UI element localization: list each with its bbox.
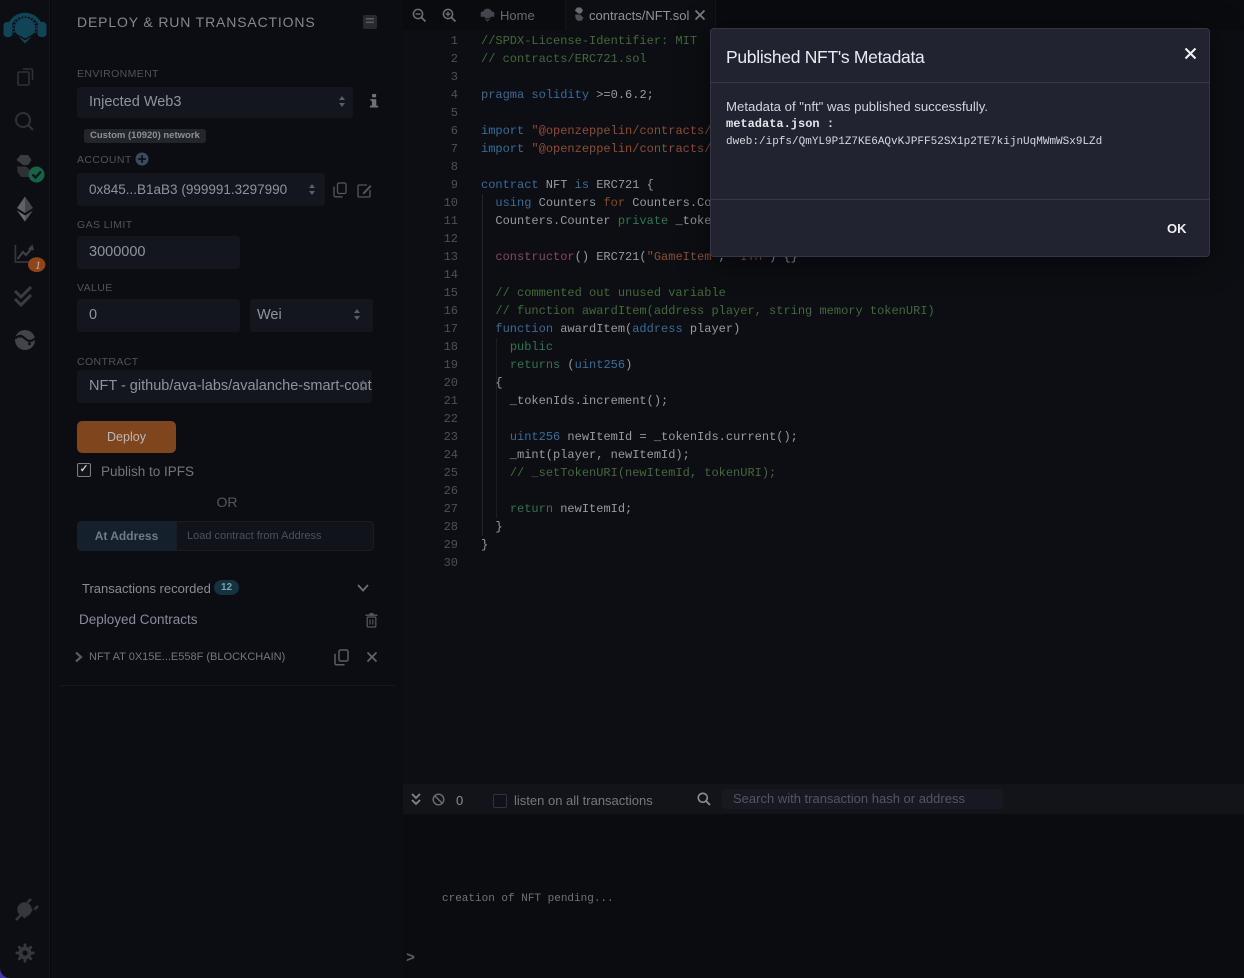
svg-text:1: 1 <box>35 260 41 272</box>
